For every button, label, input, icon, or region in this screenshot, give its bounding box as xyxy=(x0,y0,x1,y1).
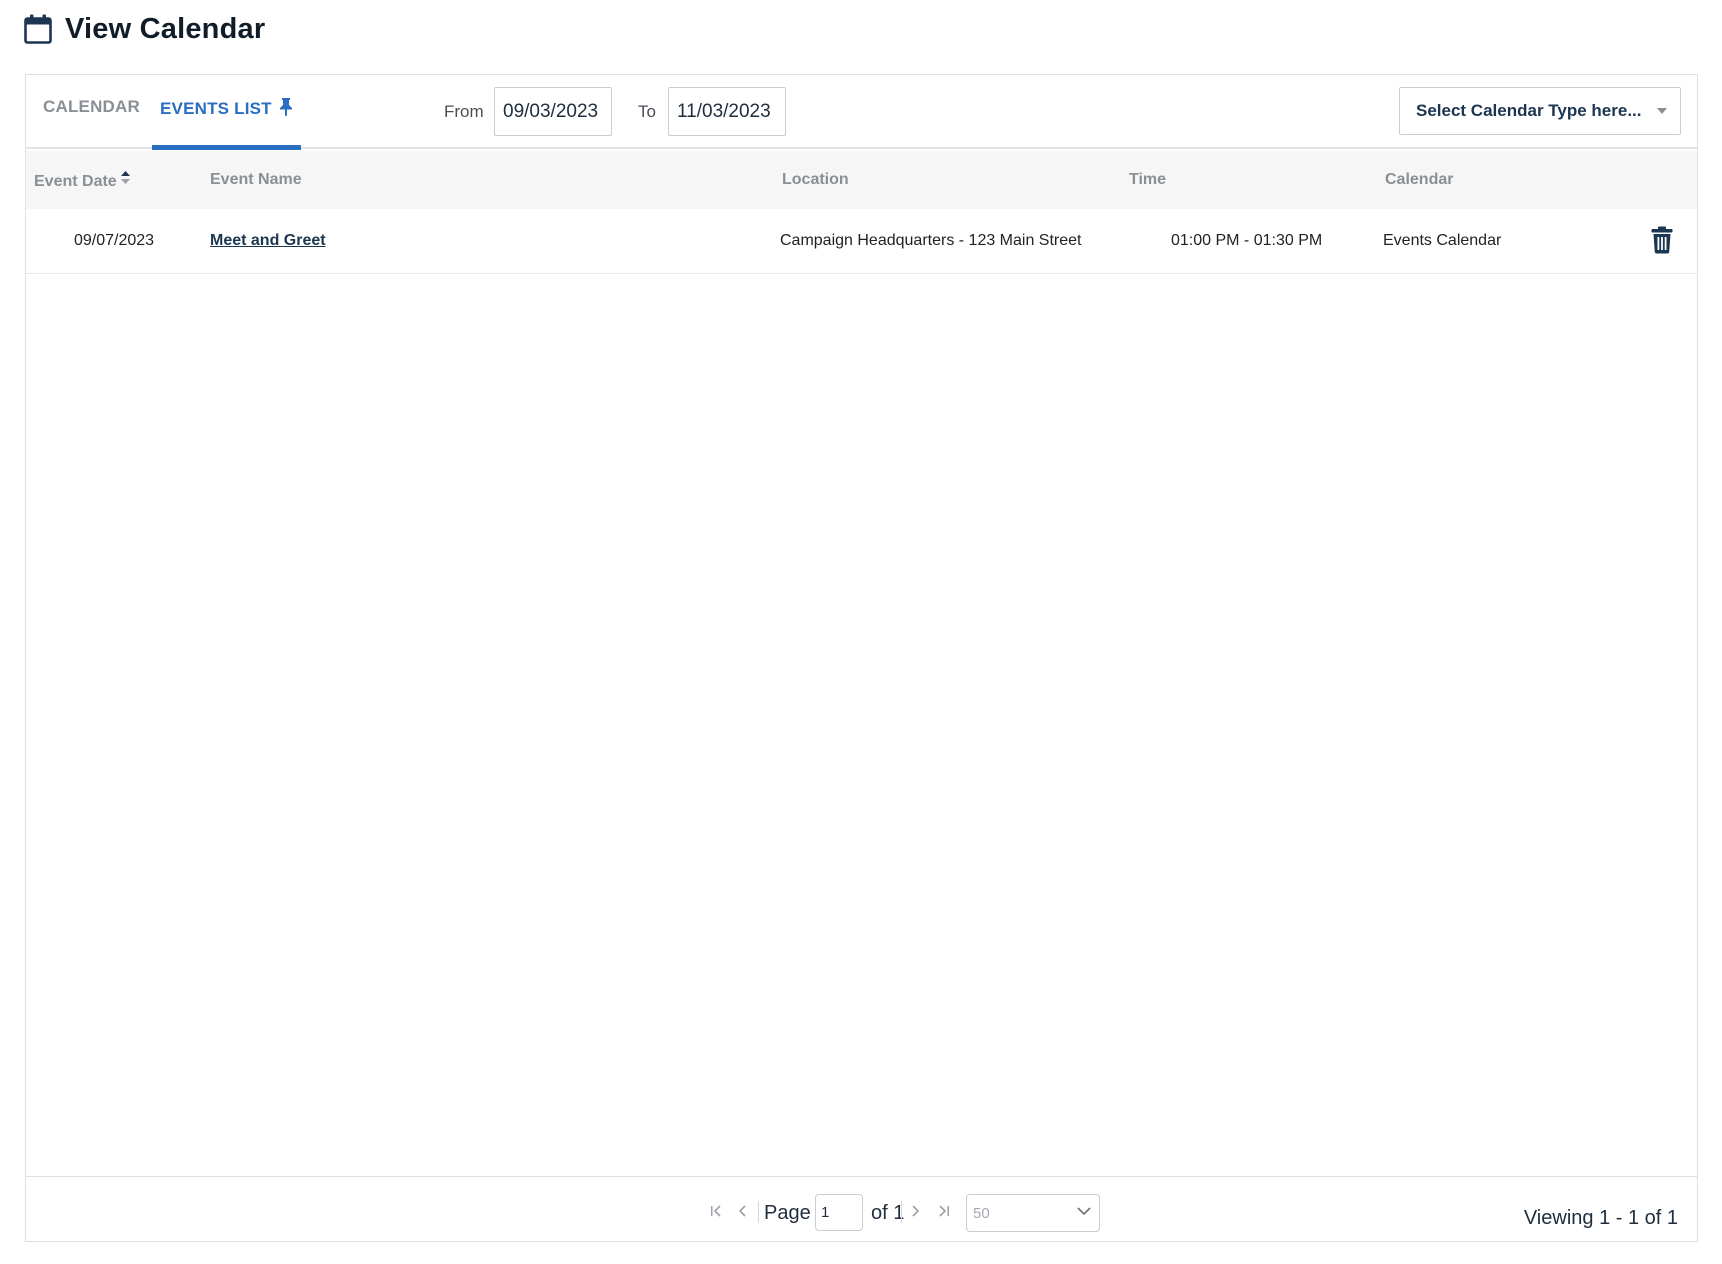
from-label: From xyxy=(444,102,484,121)
page-title: View Calendar xyxy=(65,12,266,45)
table-header: Event Date Event Name Location Time Cale… xyxy=(26,151,1697,209)
table-row[interactable]: 09/07/2023 Meet and Greet Campaign Headq… xyxy=(26,209,1697,274)
column-header-location[interactable]: Location xyxy=(782,171,849,189)
page-number-input[interactable] xyxy=(815,1194,863,1231)
calendar-cell: Events Calendar xyxy=(1383,232,1502,249)
pin-icon[interactable] xyxy=(279,97,293,116)
toolbar: CALENDAR EVENTS LIST From To Select Cale… xyxy=(26,75,1697,150)
column-header-event-date-label: Event Date xyxy=(34,173,117,190)
prev-page-icon[interactable] xyxy=(738,1205,748,1217)
first-page-icon[interactable] xyxy=(711,1205,725,1217)
pagination-divider xyxy=(901,1201,902,1223)
tab-events-list-label: EVENTS LIST xyxy=(160,99,272,118)
calendar-type-placeholder: Select Calendar Type here... xyxy=(1416,101,1642,120)
calendar-type-select[interactable]: Select Calendar Type here... xyxy=(1399,87,1681,135)
pagination-divider xyxy=(758,1201,759,1223)
dropdown-caret-icon xyxy=(1657,108,1667,114)
to-date-input[interactable] xyxy=(668,87,786,136)
active-tab-indicator xyxy=(152,145,301,150)
tab-calendar-label: CALENDAR xyxy=(43,97,140,116)
pagination-bar: Page of 1 50 Viewing 1 - 1 of 1 xyxy=(25,1176,1698,1243)
page-size-select[interactable]: 50 xyxy=(966,1194,1100,1232)
viewing-count: Viewing 1 - 1 of 1 xyxy=(1523,1207,1678,1229)
event-date-cell: 09/07/2023 xyxy=(74,232,155,249)
last-page-icon[interactable] xyxy=(935,1205,949,1217)
column-header-time[interactable]: Time xyxy=(1129,171,1166,189)
chevron-down-icon xyxy=(1077,1207,1091,1216)
event-name-link[interactable]: Meet and Greet xyxy=(210,232,326,250)
column-header-event-name[interactable]: Event Name xyxy=(210,171,302,189)
events-panel: CALENDAR EVENTS LIST From To Select Cale… xyxy=(25,74,1698,1242)
trash-icon[interactable] xyxy=(1651,226,1673,254)
to-label: To xyxy=(638,102,656,121)
tab-events-list[interactable]: EVENTS LIST xyxy=(152,97,301,150)
column-header-event-date[interactable]: Event Date xyxy=(34,171,130,191)
page-size-value: 50 xyxy=(973,1205,990,1222)
tab-calendar[interactable]: CALENDAR xyxy=(43,97,140,117)
page-count-label: of 1 xyxy=(871,1202,905,1224)
location-cell: Campaign Headquarters - 123 Main Street xyxy=(780,232,1082,249)
page-label: Page xyxy=(764,1202,811,1224)
next-page-icon[interactable] xyxy=(910,1205,920,1217)
from-date-input[interactable] xyxy=(494,87,612,136)
sort-icon[interactable] xyxy=(120,171,130,185)
time-cell: 01:00 PM - 01:30 PM xyxy=(1171,232,1323,249)
page-header: View Calendar xyxy=(24,12,265,46)
calendar-icon xyxy=(24,14,52,44)
column-header-calendar[interactable]: Calendar xyxy=(1385,171,1453,189)
